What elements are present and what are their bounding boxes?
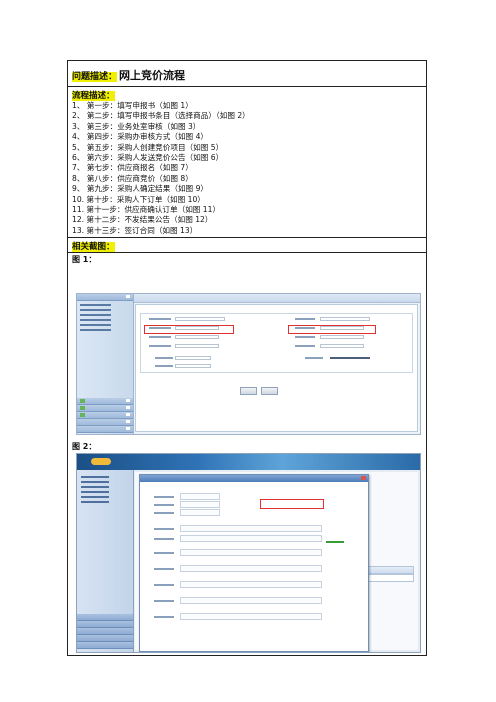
problem-header: 问题描述： 网上竞价流程 bbox=[72, 67, 185, 83]
figure-1-breadcrumb-bar bbox=[134, 294, 420, 303]
step-item: 8、 第八步：供应商竞价（如图 8） bbox=[72, 173, 193, 183]
figure-1-close-button bbox=[261, 387, 278, 395]
row-divider bbox=[68, 237, 426, 238]
process-label: 流程描述： bbox=[72, 91, 115, 101]
figure-1-callout bbox=[288, 325, 376, 334]
step-item: 11. 第十一步：供应商确认订单（如图 11） bbox=[72, 205, 221, 215]
step-item: 6、 第六步：采购人发送竞价公告（如图 6） bbox=[72, 153, 224, 163]
figure-2-banner bbox=[77, 454, 420, 470]
figure-1-sidebar bbox=[77, 294, 134, 434]
figure-2-dialog bbox=[139, 474, 369, 652]
row-divider bbox=[68, 252, 426, 253]
step-item: 5、 第五步：采购人创建竞价项目（如图 5） bbox=[72, 142, 224, 152]
figure-2-sidebar bbox=[77, 470, 134, 652]
screenshots-label: 相关截图： bbox=[72, 242, 115, 252]
document-sheet: 问题描述： 网上竞价流程 流程描述： 1、 第一步：填写申报书（如图 1） 2、 … bbox=[67, 60, 427, 656]
problem-title: 网上竞价流程 bbox=[119, 69, 186, 82]
step-item: 12. 第十二步：不发结果公告（如图 12） bbox=[72, 215, 213, 225]
step-item: 7、 第七步：供应商报名（如图 7） bbox=[72, 163, 193, 173]
step-item: 10. 第十步：采购人下订单（如图 10） bbox=[72, 194, 205, 204]
figure-1-next-button bbox=[240, 387, 257, 395]
step-item: 3、 第三步：业务处室审核（如图 3） bbox=[72, 121, 201, 131]
step-list: 1、 第一步：填写申报书（如图 1） 2、 第二步：填写申报书条目（选择商品）（… bbox=[72, 101, 250, 236]
problem-label: 问题描述： bbox=[72, 72, 118, 82]
step-item: 1、 第一步：填写申报书（如图 1） bbox=[72, 101, 193, 110]
step-item: 4、 第四步：采购办审核方式（如图 4） bbox=[72, 132, 208, 142]
figure-1-callout bbox=[144, 325, 234, 334]
figure-1-label: 图 1： bbox=[72, 255, 97, 264]
step-item: 13. 第十三步：签订合同（如图 13） bbox=[72, 225, 198, 235]
figure-1-form-panel bbox=[135, 304, 418, 432]
step-item: 2、 第二步：填写申报书条目（选择商品）（如图 2） bbox=[72, 111, 250, 121]
step-item: 9、 第九步：采购人确定结果（如图 9） bbox=[72, 184, 208, 194]
figure-2-callout bbox=[260, 499, 324, 509]
figure-2-screenshot bbox=[76, 453, 421, 653]
figure-1-screenshot bbox=[76, 293, 421, 435]
figure-2-label: 图 2： bbox=[72, 442, 97, 451]
row-divider bbox=[68, 86, 426, 87]
